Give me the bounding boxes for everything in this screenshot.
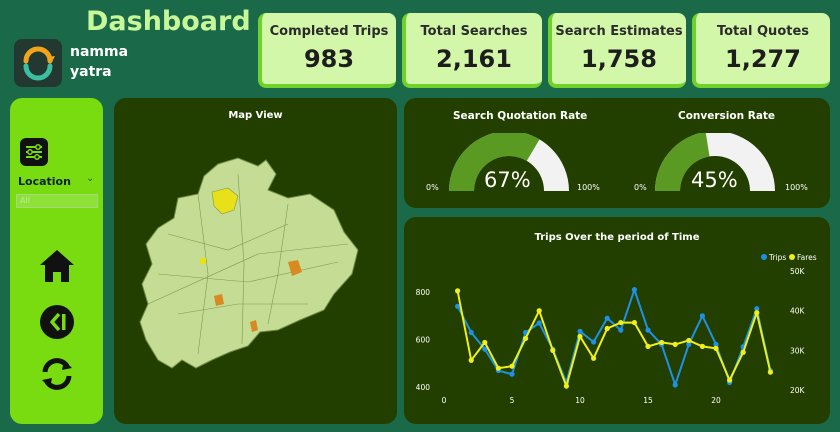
kpi-value: 1,277 (725, 45, 801, 73)
brand-line-1: namma (70, 44, 129, 60)
gauge-title: Conversion Rate (678, 110, 776, 122)
data-point-fares (713, 345, 719, 351)
x-tick-label: 5 (510, 396, 515, 405)
kpi-value: 983 (303, 45, 355, 73)
data-point-fares (563, 383, 569, 389)
brand-line-2: yatra (70, 64, 112, 80)
location-select-value: All (20, 196, 30, 205)
y-left-tick-label: 800 (416, 288, 431, 297)
kpi-card-completed-trips: Completed Trips 983 (258, 13, 396, 88)
gauge-min-label: 0% (634, 183, 647, 192)
data-point-fares (754, 310, 760, 316)
trips-line-chart[interactable]: 400 600 800 20K 30K 40K 50K 0 5 10 15 20 Trips Fares (404, 217, 830, 424)
data-point-fares (604, 325, 610, 332)
kpi-label: Completed Trips (269, 24, 389, 39)
data-point-fares (767, 369, 773, 375)
data-point-trips (645, 327, 651, 333)
kpi-label: Total Quotes (716, 24, 810, 39)
y-left-tick-label: 600 (416, 336, 431, 345)
data-point-fares (509, 363, 515, 369)
map-panel: Map View (114, 98, 397, 424)
data-point-trips (577, 328, 583, 334)
map-title: Map View (228, 110, 283, 121)
data-point-fares (699, 343, 705, 349)
data-point-trips (699, 313, 705, 319)
y-right-tick-label: 30K (790, 346, 806, 355)
kpi-value: 1,758 (581, 45, 657, 73)
legend-label-fares: Fares (797, 253, 817, 262)
y-right-tick-label: 20K (790, 386, 806, 395)
x-tick-label: 10 (575, 396, 585, 405)
legend-marker-trips (761, 254, 767, 260)
gauge-value: 45% (691, 168, 738, 192)
data-point-fares (550, 347, 556, 353)
skip-back-icon[interactable] (39, 304, 75, 344)
sidebar: Location ⌄ All (10, 98, 103, 424)
data-point-trips (509, 371, 515, 377)
data-point-fares (645, 343, 651, 349)
kpi-card-total-searches: Total Searches 2,161 (402, 13, 542, 88)
y-right-tick-label: 40K (790, 307, 806, 316)
data-point-fares (659, 339, 665, 346)
data-point-fares (591, 355, 597, 361)
gauge-value: 67% (484, 168, 531, 192)
y-left-tick-label: 400 (416, 383, 431, 392)
data-point-fares (455, 288, 461, 294)
trips-chart-panel: Trips Over the period of Time 400 600 800 2… (404, 217, 830, 424)
gauge-max-label: 100% (785, 183, 808, 192)
kpi-value: 2,161 (436, 45, 512, 73)
x-tick-label: 20 (711, 396, 721, 405)
data-point-fares (672, 341, 678, 347)
filter-icon[interactable] (20, 138, 48, 166)
refresh-icon[interactable] (39, 356, 75, 396)
kpi-card-search-estimates: Search Estimates 1,758 (548, 13, 686, 88)
data-point-fares (631, 319, 637, 326)
gauge-max-label: 100% (577, 183, 600, 192)
kpi-label: Search Estimates (555, 24, 683, 39)
data-point-fares (536, 308, 542, 314)
map-view[interactable] (138, 154, 362, 374)
gauge-title: Search Quotation Rate (453, 110, 588, 122)
data-point-trips (672, 382, 678, 388)
gauge-min-label: 0% (426, 183, 439, 192)
location-select[interactable]: All (16, 194, 98, 208)
x-tick-label: 0 (442, 396, 447, 405)
data-point-trips (468, 329, 474, 336)
kpi-card-total-quotes: Total Quotes 1,277 (692, 13, 830, 88)
data-point-fares (495, 365, 501, 371)
namma-yatra-logo (14, 39, 62, 87)
x-tick-label: 15 (643, 396, 653, 405)
series-line-trips (456, 286, 772, 389)
data-point-fares (577, 333, 583, 340)
data-point-fares (618, 319, 624, 326)
data-point-trips (536, 320, 542, 326)
data-point-trips (591, 339, 597, 345)
data-point-trips (631, 287, 637, 293)
y-right-tick-label: 50K (790, 267, 806, 276)
data-point-fares (686, 337, 692, 344)
legend-label-trips: Trips (768, 253, 786, 262)
data-point-trips (618, 327, 624, 333)
home-icon[interactable] (38, 248, 76, 288)
page-title: Dashboard (86, 6, 251, 37)
chevron-down-icon[interactable]: ⌄ (86, 173, 94, 184)
data-point-fares (468, 357, 474, 363)
data-point-trips (604, 315, 610, 321)
data-point-fares (523, 335, 529, 342)
location-filter-label: Location (18, 175, 71, 188)
data-point-fares (740, 349, 746, 355)
legend-marker-fares (789, 254, 795, 260)
data-point-fares (482, 339, 488, 346)
kpi-label: Total Searches (420, 24, 528, 39)
brand-name: namma yatra (70, 42, 128, 82)
gauges-panel: Search Quotation Rate 67% 0% 100% Conver… (404, 98, 830, 208)
data-point-fares (727, 377, 733, 383)
